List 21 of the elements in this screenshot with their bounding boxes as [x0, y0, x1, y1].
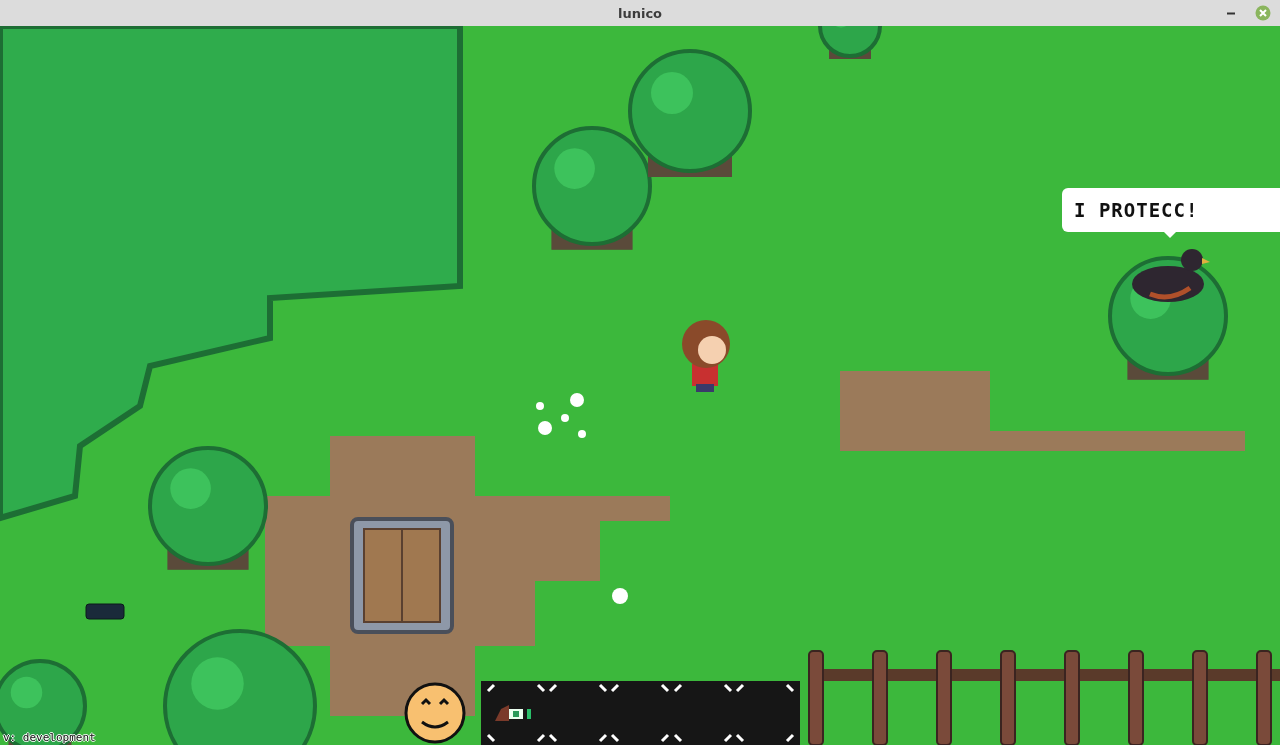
flower-drawing	[612, 588, 628, 604]
slot-frame-icon	[610, 683, 671, 743]
hotbar-slot[interactable]	[671, 683, 734, 743]
item-pickup-icon[interactable]	[85, 603, 125, 620]
smiley-face-icon[interactable]	[404, 682, 466, 744]
slot-frame-icon	[548, 683, 609, 743]
version-label: v: development	[3, 731, 96, 744]
slot-frame-icon	[486, 683, 546, 743]
hotbar-slot[interactable]	[609, 683, 672, 743]
hotbar-slot[interactable]	[485, 683, 548, 743]
slot-frame-icon	[672, 683, 733, 743]
close-icon	[1255, 5, 1271, 21]
hotbar-slot[interactable]	[547, 683, 610, 743]
player-character-drawing	[682, 320, 730, 392]
speech-text: I PROTECC!	[1074, 199, 1199, 221]
minimize-icon	[1227, 11, 1235, 15]
flowers-drawing	[536, 393, 586, 438]
tree-drawing	[818, 26, 882, 59]
hotbar-slot[interactable]	[733, 683, 796, 743]
slot-frame-icon	[734, 683, 795, 743]
window-title: lunico	[617, 5, 663, 21]
